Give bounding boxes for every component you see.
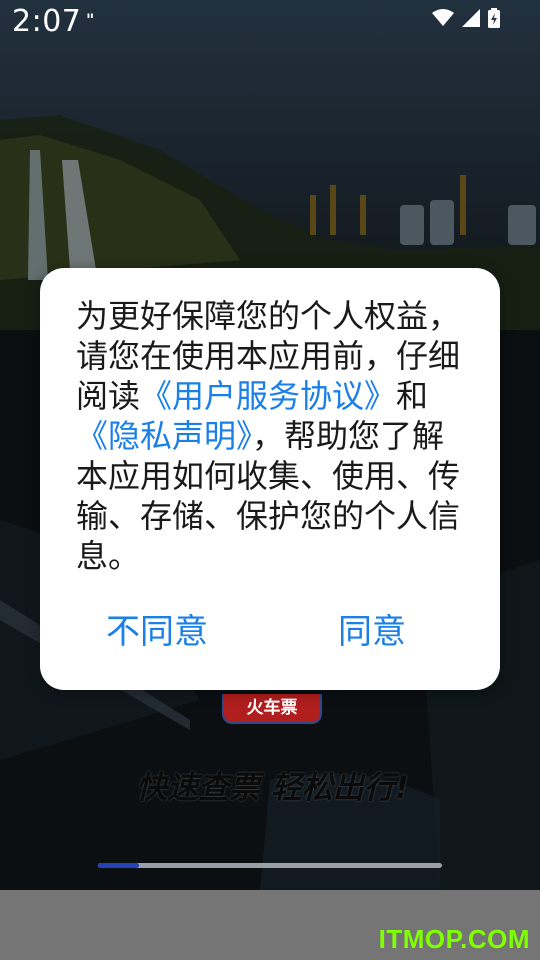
site-watermark: ITMOP.COM [378,924,530,954]
privacy-policy-link[interactable]: 《隐私声明》 [76,417,252,455]
agree-button[interactable]: 同意 [338,604,406,653]
privacy-consent-dialog: 为更好保障您的个人权益，请您在使用本应用前，仔细阅读《用户服务协议》和《隐私声明… [40,268,500,690]
disagree-button[interactable]: 不同意 [106,604,208,653]
status-bar: 2:07 " [0,0,540,44]
dialog-message: 为更好保障您的个人权益，请您在使用本应用前，仔细阅读《用户服务协议》和《隐私声明… [76,296,470,576]
message-and: 和 [396,377,429,415]
splash-slogan: 快速查票 轻松出行! [136,770,409,806]
train-ticket-badge: 火车票 [222,694,322,724]
battery-charging-icon [488,8,500,28]
signal-icon [462,9,480,27]
loading-progress-bar [98,863,442,868]
user-agreement-link[interactable]: 《用户服务协议》 [140,377,396,415]
loading-progress-fill [98,863,140,868]
notification-icon: " [86,10,95,29]
wifi-icon [432,9,454,26]
status-time: 2:07 [12,4,82,39]
